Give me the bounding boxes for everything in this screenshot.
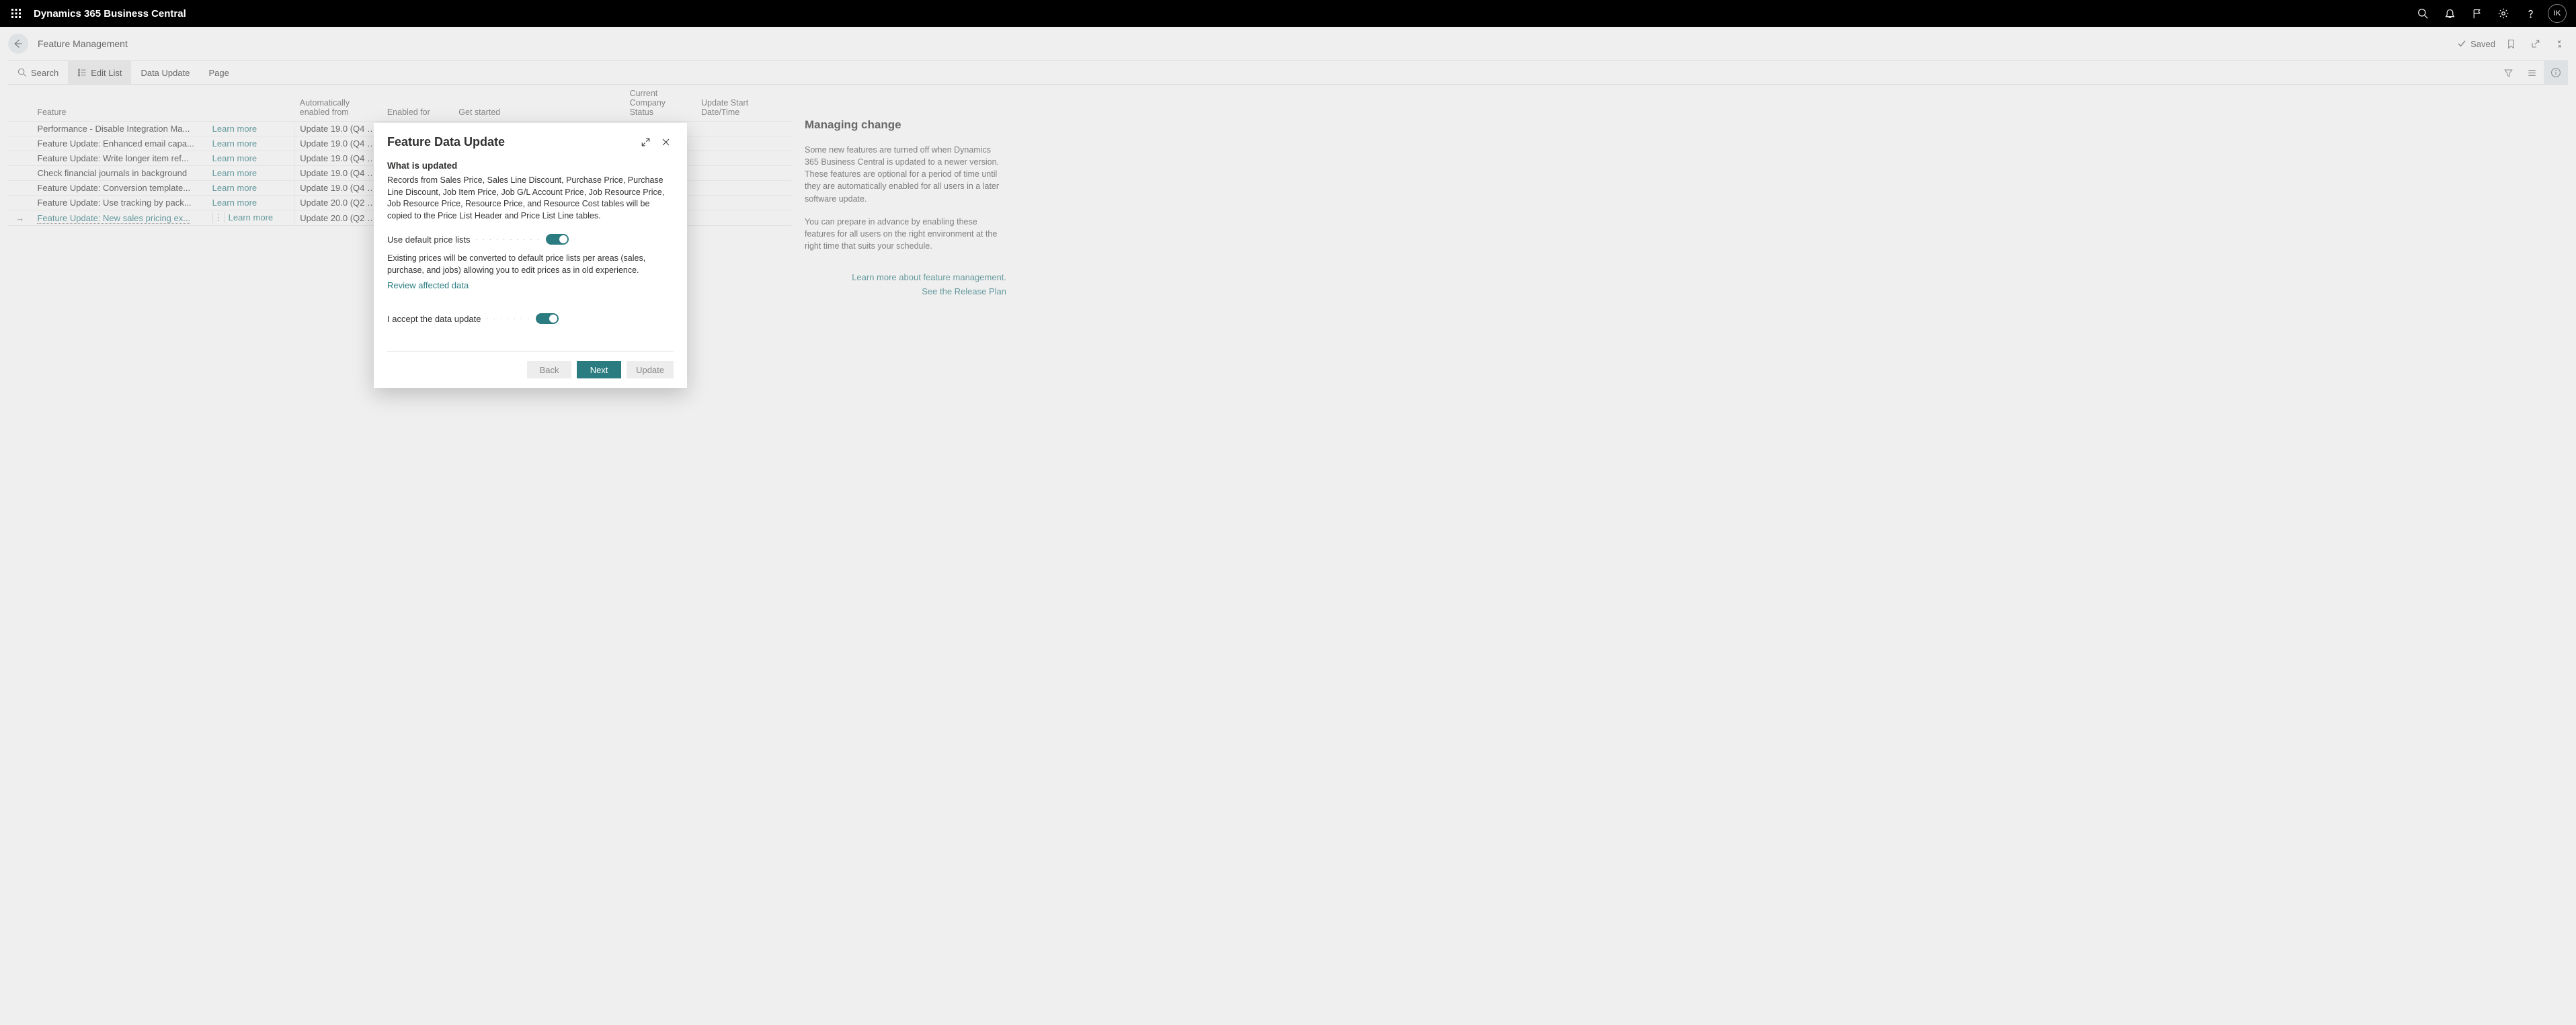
saved-label: Saved [2470, 39, 2495, 49]
checkmark-icon [2457, 39, 2466, 48]
col-date[interactable]: Update Start Date/Time [696, 85, 791, 122]
row-indicator [8, 166, 32, 181]
saved-indicator: Saved [2457, 39, 2495, 49]
feature-cell[interactable]: Feature Update: Use tracking by pack... [32, 196, 206, 210]
learn-more-link[interactable]: Learn more [212, 183, 257, 193]
review-affected-data-link[interactable]: Review affected data [387, 280, 469, 290]
info-panel-icon[interactable] [2544, 61, 2568, 84]
edit-list-action[interactable]: Edit List [68, 61, 131, 84]
learn-more-link[interactable]: Learn more [212, 153, 257, 163]
data-update-label: Data Update [140, 68, 190, 78]
edit-list-label: Edit List [91, 68, 122, 78]
user-avatar[interactable]: IK [2548, 4, 2567, 23]
auto-enabled-cell: Update 19.0 (Q4 202 [294, 122, 382, 136]
next-button[interactable]: Next [577, 361, 621, 378]
row-indicator: → [8, 210, 32, 226]
toggle-label-accept-update: I accept the data update [387, 314, 481, 324]
feature-cell[interactable]: Feature Update: Write longer item ref... [32, 151, 206, 166]
dialog-title: Feature Data Update [387, 135, 633, 149]
factbox-link-learn-more[interactable]: Learn more about feature management. [805, 272, 1006, 282]
row-indicator [8, 136, 32, 151]
factbox-title: Managing change [805, 118, 1006, 132]
action-bar: Search Edit List Data Update Page [8, 60, 2568, 85]
toggle-label-default-price-lists: Use default price lists [387, 235, 471, 245]
col-enabled[interactable]: Enabled for [382, 85, 453, 122]
back-button[interactable] [8, 34, 28, 54]
page-header: Feature Management Saved [0, 27, 2576, 60]
dialog-section-heading: What is updated [387, 161, 674, 171]
learn-more-link[interactable]: Learn more [229, 212, 273, 222]
brand-title: Dynamics 365 Business Central [34, 8, 186, 19]
factbox-link-release-plan[interactable]: See the Release Plan [805, 286, 1006, 296]
row-indicator [8, 151, 32, 166]
header-actions: IK [2409, 0, 2571, 27]
auto-enabled-cell: Update 20.0 (Q2 202 [294, 210, 382, 226]
feature-cell[interactable]: Performance - Disable Integration Ma... [32, 122, 206, 136]
toggle-description: Existing prices will be converted to def… [387, 253, 674, 276]
flag-icon[interactable] [2463, 0, 2490, 27]
back-button[interactable]: Back [527, 361, 571, 378]
auto-enabled-cell: Update 19.0 (Q4 202 [294, 151, 382, 166]
learn-more-link[interactable]: Learn more [212, 124, 257, 134]
row-indicator [8, 181, 32, 196]
col-status[interactable]: Current Company Status [625, 85, 696, 122]
auto-enabled-cell: Update 19.0 (Q4 202 [294, 136, 382, 151]
row-indicator [8, 196, 32, 210]
notifications-icon[interactable] [2436, 0, 2463, 27]
feature-cell[interactable]: Feature Update: New sales pricing ex... [32, 210, 206, 226]
feature-data-update-dialog: Feature Data Update What is updated Reco… [374, 123, 687, 388]
feature-cell[interactable]: Feature Update: Enhanced email capa... [32, 136, 206, 151]
row-menu-icon[interactable]: ⋮ [212, 212, 225, 223]
auto-enabled-cell: Update 20.0 (Q2 202 [294, 196, 382, 210]
auto-enabled-cell: Update 19.0 (Q4 202 [294, 181, 382, 196]
col-get[interactable]: Get started [453, 85, 624, 122]
list-view-icon[interactable] [2520, 61, 2544, 84]
learn-more-link[interactable]: Learn more [212, 168, 257, 178]
settings-icon[interactable] [2490, 0, 2517, 27]
page-title: Feature Management [38, 38, 128, 49]
help-icon[interactable] [2517, 0, 2544, 27]
filter-icon[interactable] [2497, 61, 2520, 84]
toggle-default-price-lists[interactable] [546, 234, 569, 245]
bookmark-icon[interactable] [2502, 35, 2520, 52]
feature-cell[interactable]: Feature Update: Conversion template... [32, 181, 206, 196]
row-indicator [8, 122, 32, 136]
factbox-panel: Managing change Some new features are tu… [805, 85, 1006, 300]
factbox-paragraph: Some new features are turned off when Dy… [805, 144, 1006, 205]
dialog-section-body: Records from Sales Price, Sales Line Dis… [387, 175, 674, 222]
global-header: Dynamics 365 Business Central IK [0, 0, 2576, 27]
update-button[interactable]: Update [627, 361, 674, 378]
col-feature[interactable]: Feature [32, 85, 206, 122]
feature-cell[interactable]: Check financial journals in background [32, 166, 206, 181]
app-launcher-icon[interactable] [5, 3, 27, 24]
page-label: Page [208, 68, 229, 78]
search-icon [17, 68, 27, 77]
collapse-icon[interactable] [2550, 35, 2568, 52]
search-action[interactable]: Search [8, 61, 68, 84]
popout-icon[interactable] [2526, 35, 2544, 52]
learn-more-link[interactable]: Learn more [212, 198, 257, 208]
factbox-paragraph: You can prepare in advance by enabling t… [805, 216, 1006, 252]
close-icon[interactable] [657, 134, 674, 150]
auto-enabled-cell: Update 19.0 (Q4 202 [294, 166, 382, 181]
edit-list-icon [77, 68, 87, 77]
page-action[interactable]: Page [199, 61, 238, 84]
col-auto[interactable]: Automatically enabled from [294, 85, 382, 122]
data-update-action[interactable]: Data Update [131, 61, 199, 84]
toggle-accept-update[interactable] [536, 313, 559, 324]
learn-more-link[interactable]: Learn more [212, 138, 257, 149]
feature-link[interactable]: Feature Update: New sales pricing ex... [37, 213, 190, 224]
search-icon[interactable] [2409, 0, 2436, 27]
search-label: Search [31, 68, 58, 78]
expand-icon[interactable] [637, 134, 653, 150]
